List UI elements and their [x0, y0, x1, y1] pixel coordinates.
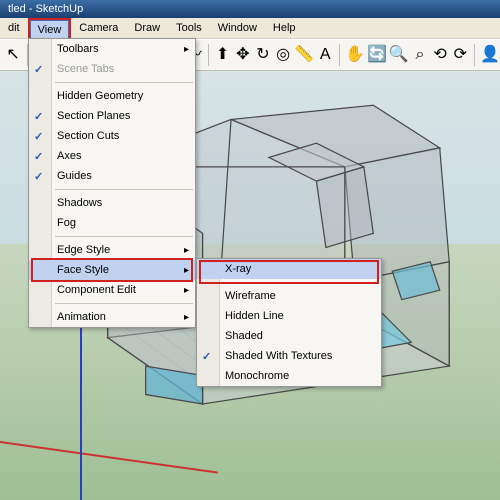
toolbar-separator	[474, 44, 475, 66]
menu-tools[interactable]: Tools	[168, 18, 210, 38]
menu-label: Monochrome	[225, 370, 289, 382]
tool-text[interactable]: A	[316, 43, 334, 67]
menu-label: Section Cuts	[57, 130, 119, 142]
tool-offset[interactable]: ◎	[274, 43, 292, 67]
check-icon: ✓	[34, 150, 43, 163]
menu-hidden-geometry[interactable]: Hidden Geometry	[29, 86, 195, 106]
menu-separator	[223, 282, 379, 283]
menu-axes[interactable]: ✓ Axes	[29, 146, 195, 166]
check-icon: ✓	[34, 110, 43, 123]
menu-label: Guides	[57, 170, 92, 182]
check-icon: ✓	[34, 63, 43, 76]
tool-pan[interactable]: ✋	[345, 43, 365, 67]
menu-label: Section Planes	[57, 110, 130, 122]
menu-animation[interactable]: Animation ▸	[29, 307, 195, 327]
tool-zoom[interactable]: 🔍	[389, 43, 409, 67]
tool-zoom-extents[interactable]: ⌕	[411, 43, 429, 67]
view-dropdown: Toolbars ▸ ✓ Scene Tabs Hidden Geometry …	[28, 38, 196, 328]
tool-person[interactable]: 👤	[480, 43, 500, 67]
toolbar-separator	[339, 44, 340, 66]
menu-label: Axes	[57, 150, 81, 162]
window-title: tled - SketchUp	[8, 3, 83, 15]
menu-label: Fog	[57, 217, 76, 229]
submenu-arrow-icon: ▸	[184, 285, 189, 296]
menu-face-style[interactable]: Face Style ▸	[29, 260, 195, 280]
menu-label: Hidden Geometry	[57, 90, 143, 102]
tool-push[interactable]: ⬆	[214, 43, 232, 67]
check-icon: ✓	[202, 350, 211, 363]
menu-label: Hidden Line	[225, 310, 284, 322]
submenu-arrow-icon: ▸	[184, 265, 189, 276]
menu-separator	[55, 82, 193, 83]
menu-camera[interactable]: Camera	[71, 18, 126, 38]
menu-scene-tabs: ✓ Scene Tabs	[29, 59, 195, 79]
menu-component-edit[interactable]: Component Edit ▸	[29, 280, 195, 300]
menu-edit[interactable]: dit	[0, 18, 28, 38]
menu-label: Face Style	[57, 264, 109, 276]
menu-label: Shaded With Textures	[225, 350, 332, 362]
menu-draw[interactable]: Draw	[126, 18, 168, 38]
menu-label: Toolbars	[57, 43, 99, 55]
face-style-submenu: X-ray Wireframe Hidden Line Shaded ✓ Sha…	[196, 258, 382, 387]
menu-label: Shaded	[225, 330, 263, 342]
menu-label: Animation	[57, 311, 106, 323]
menu-help[interactable]: Help	[265, 18, 304, 38]
tool-next[interactable]: ⟳	[451, 43, 469, 67]
tool-prev[interactable]: ⟲	[431, 43, 449, 67]
menu-separator	[55, 189, 193, 190]
menu-section-cuts[interactable]: ✓ Section Cuts	[29, 126, 195, 146]
menu-label: X-ray	[225, 263, 251, 275]
tool-orbit[interactable]: 🔄	[367, 43, 387, 67]
submenu-shaded-textures[interactable]: ✓ Shaded With Textures	[197, 346, 381, 366]
menu-label: Edge Style	[57, 244, 110, 256]
menu-edge-style[interactable]: Edge Style ▸	[29, 240, 195, 260]
menu-label: Component Edit	[57, 284, 136, 296]
submenu-xray[interactable]: X-ray	[197, 259, 381, 279]
tool-rotate[interactable]: ↻	[254, 43, 272, 67]
submenu-shaded[interactable]: Shaded	[197, 326, 381, 346]
submenu-arrow-icon: ▸	[184, 44, 189, 55]
submenu-arrow-icon: ▸	[184, 312, 189, 323]
menu-toolbars[interactable]: Toolbars ▸	[29, 39, 195, 59]
menubar: dit View Camera Draw Tools Window Help	[0, 18, 500, 39]
submenu-wireframe[interactable]: Wireframe	[197, 286, 381, 306]
submenu-monochrome[interactable]: Monochrome	[197, 366, 381, 386]
toolbar-separator	[208, 44, 209, 66]
check-icon: ✓	[34, 170, 43, 183]
submenu-arrow-icon: ▸	[184, 245, 189, 256]
menu-separator	[55, 236, 193, 237]
menu-window[interactable]: Window	[210, 18, 265, 38]
highlight-view: View	[28, 18, 72, 40]
tool-move[interactable]: ✥	[234, 43, 252, 67]
menu-shadows[interactable]: Shadows	[29, 193, 195, 213]
menu-guides[interactable]: ✓ Guides	[29, 166, 195, 186]
window-titlebar: tled - SketchUp	[0, 0, 500, 18]
menu-label: Wireframe	[225, 290, 276, 302]
submenu-hidden-line[interactable]: Hidden Line	[197, 306, 381, 326]
menu-label: Shadows	[57, 197, 102, 209]
menu-fog[interactable]: Fog	[29, 213, 195, 233]
menu-label: Scene Tabs	[57, 63, 114, 75]
menu-separator	[55, 303, 193, 304]
tool-select[interactable]: ↖	[4, 43, 22, 67]
tool-tape[interactable]: 📏	[294, 43, 314, 67]
menu-section-planes[interactable]: ✓ Section Planes	[29, 106, 195, 126]
check-icon: ✓	[34, 130, 43, 143]
